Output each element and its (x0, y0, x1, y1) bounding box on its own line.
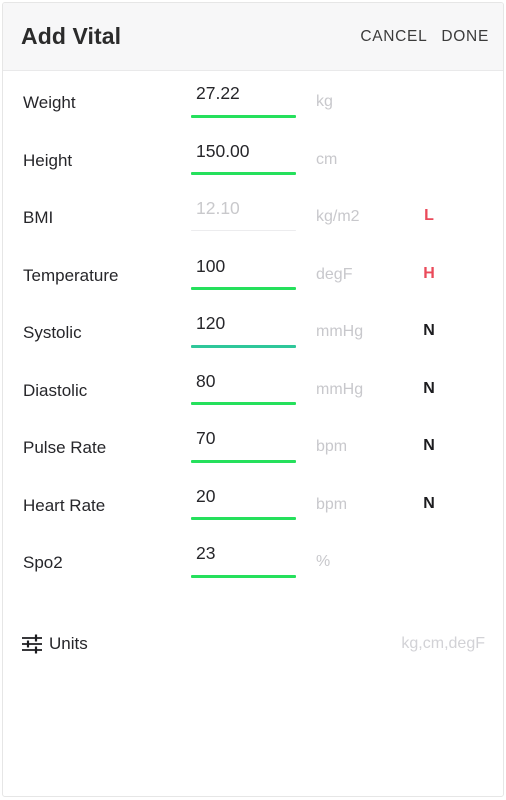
vital-flag-badge: L (424, 207, 434, 224)
vital-label: Temperature (23, 265, 119, 285)
vital-input-underline (191, 229, 296, 231)
vital-unit: % (316, 553, 331, 570)
vital-input-field[interactable]: 100 (191, 257, 296, 290)
vital-value[interactable]: 27.22 (191, 84, 296, 115)
vital-value[interactable]: 80 (191, 372, 296, 403)
vital-row: Height 150.00 cm (3, 133, 503, 191)
vital-row: Pulse Rate 70 bpm N (3, 420, 503, 478)
vital-label: Systolic (23, 323, 82, 342)
vital-unit: mmHg (316, 380, 364, 398)
vital-input-field[interactable]: 20 (191, 487, 296, 520)
tune-icon (21, 633, 43, 655)
vital-value[interactable]: 150.00 (191, 142, 296, 173)
done-button[interactable]: DONE (441, 29, 489, 45)
vital-label: Heart Rate (23, 495, 106, 515)
add-vital-screen: Add Vital CANCEL DONE Weight 27.22 kg Heigh… (0, 0, 506, 800)
vital-unit: kg (316, 93, 333, 110)
vital-input-field: 12.10 (191, 198, 296, 231)
vital-input-underline (191, 172, 296, 175)
vital-flag-badge: H (423, 264, 435, 282)
app-bar: Add Vital CANCEL DONE (3, 3, 503, 71)
vital-input-field[interactable]: 27.22 (191, 84, 296, 118)
vital-input-underline (191, 574, 296, 578)
units-row-left: Units (21, 633, 88, 655)
vital-label: Diastolic (23, 380, 88, 400)
vital-label: Spo2 (23, 553, 63, 572)
vital-input-underline (191, 114, 296, 118)
vital-row: Weight 27.22 kg (3, 75, 503, 133)
vital-flag-badge: N (423, 379, 435, 397)
vital-row: Systolic 120 mmHg N (3, 305, 503, 363)
page-title: Add Vital (21, 23, 122, 49)
vital-value: 12.10 (196, 198, 240, 218)
vital-input-underline (191, 402, 296, 405)
vital-value[interactable]: 100 (191, 257, 296, 288)
vital-row: Spo2 23% (3, 535, 503, 593)
units-value: kg,cm,degF (401, 634, 485, 652)
vital-value[interactable]: 120 (191, 314, 296, 345)
vital-input-underline (191, 344, 296, 348)
vital-input-field[interactable]: 120 (191, 314, 296, 348)
vital-input-field[interactable]: 23 (191, 544, 296, 578)
vital-label: Weight (23, 93, 76, 112)
vital-row: Temperature 100 degF H (3, 248, 503, 306)
vital-label: Pulse Rate (23, 438, 107, 457)
vital-unit: mmHg (316, 323, 364, 340)
vital-input-underline (191, 517, 296, 520)
vital-row: BMI 12.10 kg/m2 L (3, 190, 503, 248)
vital-input-underline (191, 287, 296, 290)
vital-label: Height (23, 150, 73, 170)
units-row[interactable]: Units kg,cm,degF (3, 615, 503, 673)
vital-flag-badge: N (423, 437, 435, 454)
vital-value[interactable]: 23 (191, 544, 296, 575)
vital-unit: bpm (316, 495, 348, 513)
vital-value[interactable]: 70 (191, 429, 296, 460)
vital-unit: kg/m2 (316, 208, 360, 225)
vital-row: Diastolic 80 mmHg N (3, 363, 503, 421)
vital-label: BMI (23, 208, 54, 227)
vital-row: Heart Rate 20 bpm N (3, 478, 503, 536)
vital-input-field[interactable]: 70 (191, 429, 296, 463)
vital-value[interactable]: 20 (191, 487, 296, 518)
units-label: Units (49, 634, 88, 653)
vital-input-field[interactable]: 150.00 (191, 142, 296, 175)
vitals-list: Weight 27.22 kg Height 150.00 cm BMI 12.10 kg/m2… (3, 71, 503, 593)
vital-unit: bpm (316, 438, 348, 455)
cancel-button[interactable]: CANCEL (360, 29, 427, 45)
vital-flag-badge: N (423, 494, 435, 512)
vital-input-underline (191, 459, 296, 463)
vital-flag-badge: N (423, 322, 435, 339)
add-vital-card: Add Vital CANCEL DONE Weight 27.22 kg Heigh… (2, 2, 504, 797)
vital-input-field[interactable]: 80 (191, 372, 296, 405)
app-bar-actions: CANCEL DONE (360, 29, 489, 45)
vital-unit: cm (316, 150, 338, 168)
vital-unit: degF (316, 265, 353, 283)
empty-space (3, 673, 503, 793)
